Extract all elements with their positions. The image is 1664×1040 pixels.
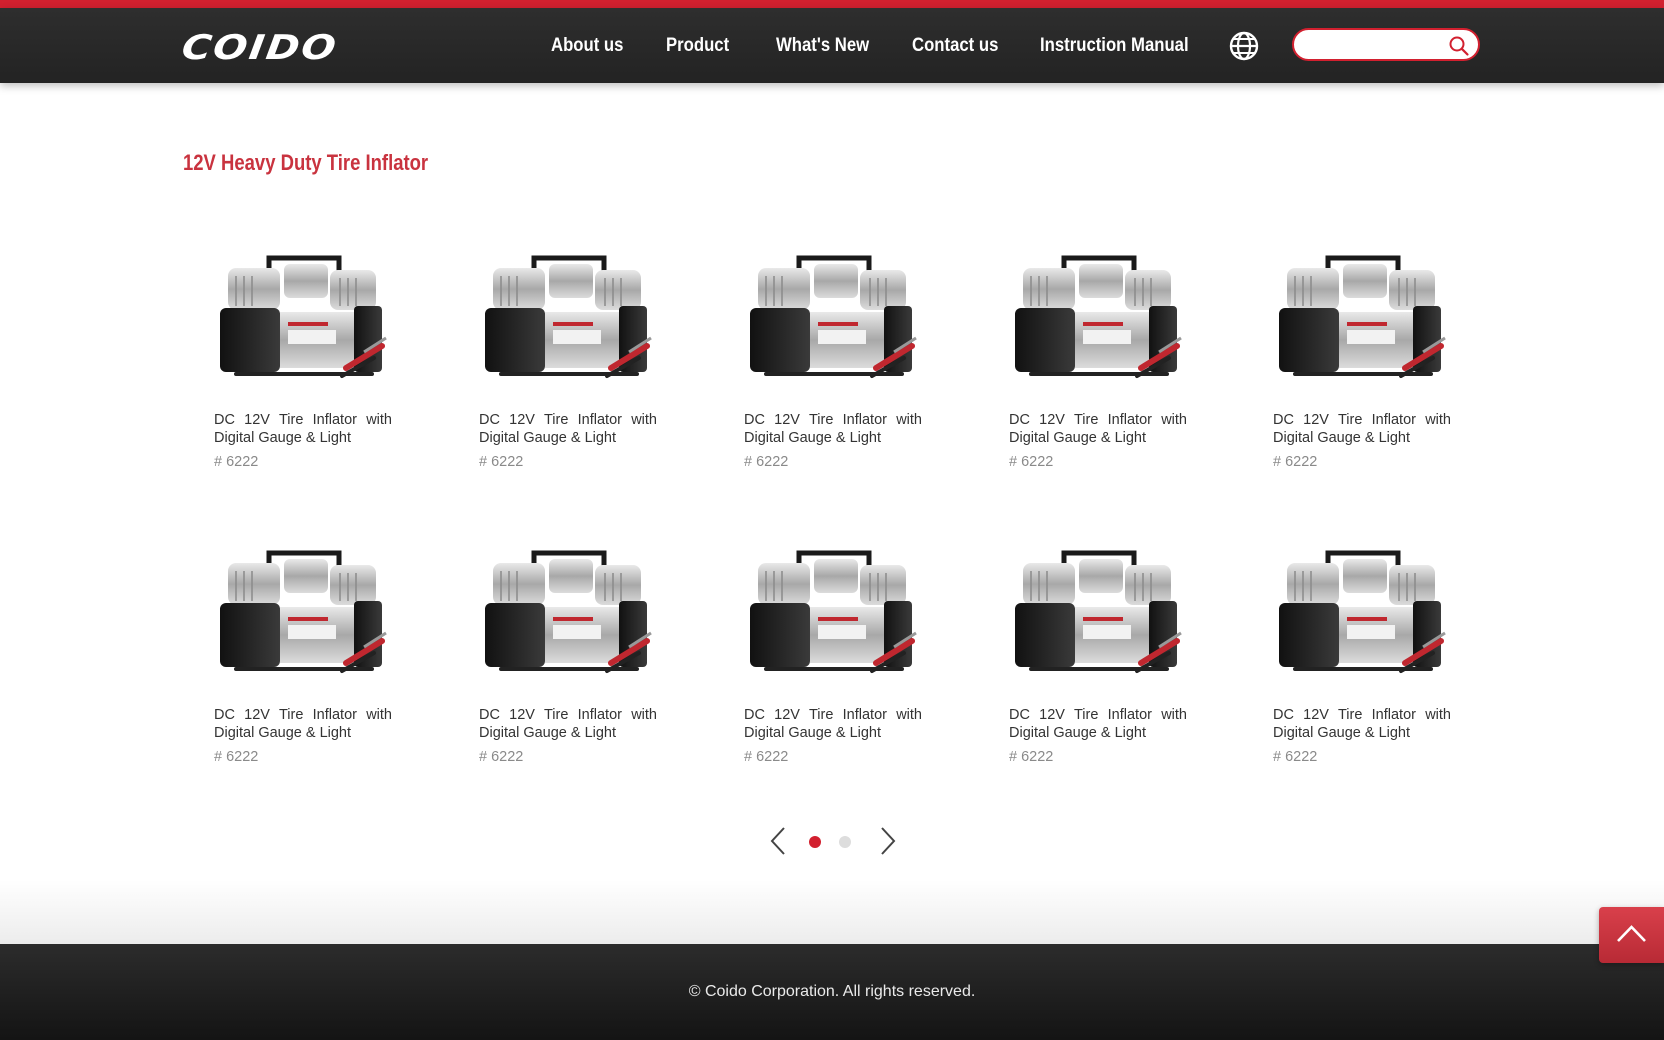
product-name[interactable]: DC 12V Tire Inflator with Digital Gauge … [1009,411,1187,447]
top-accent-bar [0,0,1664,8]
nav-product[interactable]: Product [666,32,729,60]
chevron-up-icon [1617,925,1646,942]
page-title: 12V Heavy Duty Tire Inflator [183,150,429,175]
site-header: COIDO About us Product What's New Contac… [0,8,1664,83]
nav-whats-new[interactable]: What's New [776,32,869,60]
product-name[interactable]: DC 12V Tire Inflator with Digital Gauge … [1273,411,1451,447]
product-image [485,255,652,378]
site-footer: © Coido Corporation. All rights reserved… [0,944,1664,1040]
product-image [1279,550,1446,673]
search-input[interactable] [1306,34,1450,58]
product-name[interactable]: DC 12V Tire Inflator with Digital Gauge … [479,706,657,742]
search-box [1292,28,1480,61]
product-code: # 6222 [479,454,524,470]
product-image [750,550,917,673]
product-image [485,550,652,673]
footer-fade [0,880,1664,944]
product-image [750,255,917,378]
product-image [1279,255,1446,378]
product-image [220,550,387,673]
product-name[interactable]: DC 12V Tire Inflator with Digital Gauge … [214,706,392,742]
product-code: # 6222 [744,749,789,765]
product-image [220,255,387,378]
back-to-top-button[interactable] [1599,907,1664,963]
product-name[interactable]: DC 12V Tire Inflator with Digital Gauge … [744,706,922,742]
product-image [1015,255,1182,378]
product-code: # 6222 [1273,749,1318,765]
product-code: # 6222 [1009,749,1054,765]
nav-contact-us[interactable]: Contact us [912,32,998,60]
copyright-text: © Coido Corporation. All rights reserved… [688,983,976,1000]
page-dot-1[interactable] [809,836,821,848]
coido-logo[interactable]: COIDO [179,28,421,67]
product-name[interactable]: DC 12V Tire Inflator with Digital Gauge … [1273,706,1451,742]
page-dot-2[interactable] [839,836,851,848]
search-icon[interactable] [1448,35,1470,57]
product-name[interactable]: DC 12V Tire Inflator with Digital Gauge … [479,411,657,447]
product-name[interactable]: DC 12V Tire Inflator with Digital Gauge … [744,411,922,447]
product-image [1015,550,1182,673]
product-code: # 6222 [479,749,524,765]
product-code: # 6222 [214,454,259,470]
product-code: # 6222 [214,749,259,765]
chevron-left-icon[interactable] [768,826,790,856]
nav-instruction-manual[interactable]: Instruction Manual [1040,32,1189,60]
product-name[interactable]: DC 12V Tire Inflator with Digital Gauge … [1009,706,1187,742]
product-code: # 6222 [1273,454,1318,470]
product-code: # 6222 [1009,454,1054,470]
product-name[interactable]: DC 12V Tire Inflator with Digital Gauge … [214,411,392,447]
product-code: # 6222 [744,454,789,470]
globe-icon[interactable] [1228,30,1260,62]
chevron-right-icon[interactable] [876,826,898,856]
nav-about-us[interactable]: About us [551,32,623,60]
